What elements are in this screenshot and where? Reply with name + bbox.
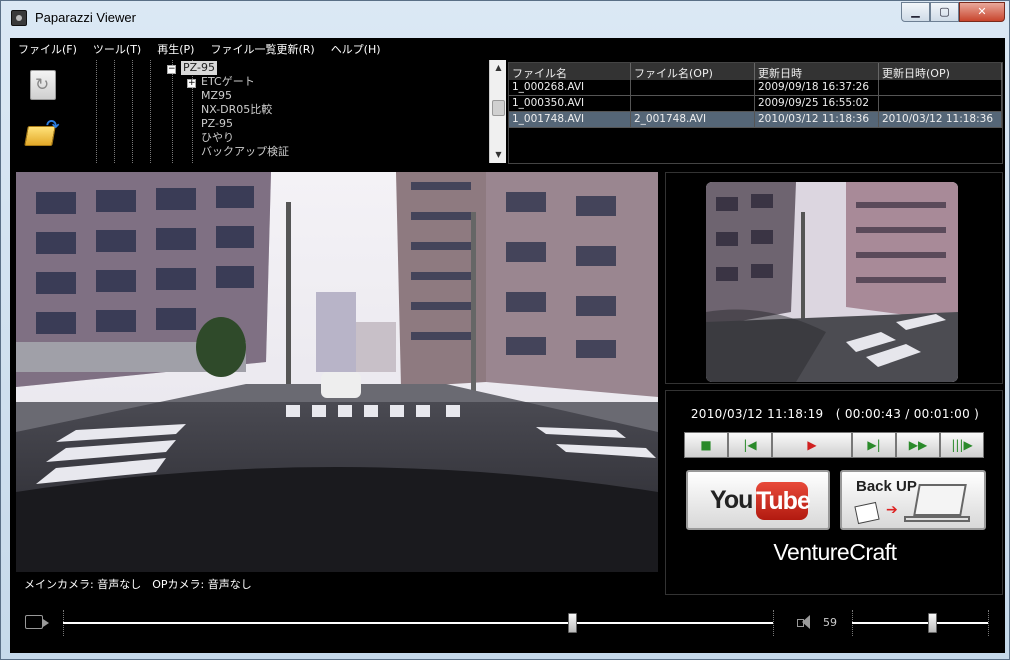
table-cell: 2010/03/12 11:18:36 [879, 112, 1002, 128]
playback-controls-panel: 2010/03/12 11:18:19 ( 00:00:43 / 00:01:0… [665, 390, 1003, 595]
tree-node-pz95-sub[interactable]: PZ-95 [199, 117, 235, 131]
frame-step-button[interactable]: |||▶ [940, 432, 984, 458]
op-camera-video[interactable] [706, 182, 958, 382]
column-header-updated[interactable]: 更新日時 [755, 63, 879, 80]
menu-help[interactable]: ヘルプ(H) [323, 38, 389, 58]
menu-refresh-list[interactable]: ファイル一覧更新(R) [202, 38, 322, 58]
brand-logo: VentureCraft [773, 539, 897, 565]
toolbox: ↷ [12, 60, 72, 163]
table-row[interactable]: 1_000268.AVI 2009/09/18 16:37:26 [509, 80, 1002, 96]
backup-button[interactable]: Back UP ➔ [840, 470, 986, 530]
table-cell: 1_000350.AVI [509, 96, 631, 112]
youtube-upload-button[interactable]: You Tube [686, 470, 830, 530]
column-header-filename-op[interactable]: ファイル名(OP) [631, 63, 755, 80]
folder-tree[interactable]: − PZ-95 + ETCゲート MZ95 NX-DR05比較 PZ-95 ひや… [76, 60, 506, 163]
speaker-icon[interactable] [797, 615, 810, 629]
fast-forward-button[interactable]: ▶▶ [896, 432, 940, 458]
window-title: Paparazzi Viewer [35, 10, 136, 25]
volume-value: 59 [823, 616, 837, 629]
menu-file[interactable]: ファイル(F) [10, 38, 85, 58]
table-cell: 2009/09/25 16:55:02 [755, 96, 879, 112]
youtube-logo-you: You [710, 486, 753, 514]
tree-node-pz95[interactable]: PZ-95 [181, 61, 217, 75]
table-cell [631, 80, 755, 96]
minimize-button[interactable]: ▁ [901, 2, 930, 22]
laptop-icon [913, 484, 967, 516]
column-header-updated-op[interactable]: 更新日時(OP) [879, 63, 1002, 80]
column-header-filename[interactable]: ファイル名 [509, 63, 631, 80]
menu-tools[interactable]: ツール(T) [85, 38, 149, 58]
tree-node-etc-gate[interactable]: ETCゲート [199, 75, 257, 89]
playback-timecode: 2010/03/12 11:18:19 ( 00:00:43 / 00:01:0… [690, 407, 980, 421]
close-button[interactable]: ✕ [959, 2, 1005, 22]
table-cell: 1_001748.AVI [509, 112, 631, 128]
tree-node-mz95[interactable]: MZ95 [199, 89, 234, 103]
menu-bar: ファイル(F) ツール(T) 再生(P) ファイル一覧更新(R) ヘルプ(H) [10, 38, 1005, 58]
table-cell [631, 96, 755, 112]
table-row-selected[interactable]: 1_001748.AVI 2_001748.AVI 2010/03/12 11:… [509, 112, 1002, 128]
tree-collapse-icon[interactable]: − [167, 65, 176, 74]
menu-play[interactable]: 再生(P) [149, 38, 202, 58]
arrow-right-icon: ➔ [886, 502, 898, 518]
main-camera-video[interactable] [16, 172, 658, 572]
client-area: ファイル(F) ツール(T) 再生(P) ファイル一覧更新(R) ヘルプ(H) … [10, 38, 1005, 653]
tree-scrollbar[interactable]: ▲ ▼ [489, 60, 506, 163]
seek-bar[interactable] [63, 622, 773, 624]
file-list-table: ファイル名 ファイル名(OP) 更新日時 更新日時(OP) 1_000268.A… [508, 62, 1003, 164]
sd-card-icon [854, 501, 880, 525]
scroll-down-icon[interactable]: ▼ [490, 147, 507, 163]
window-controls: ▁ ▢ ✕ [901, 2, 1005, 22]
title-bar[interactable]: Paparazzi Viewer ▁ ▢ ✕ [1, 1, 1009, 35]
app-window: Paparazzi Viewer ▁ ▢ ✕ ファイル(F) ツール(T) 再生… [0, 0, 1010, 660]
table-cell [879, 80, 1002, 96]
table-cell: 2009/09/18 16:37:26 [755, 80, 879, 96]
bottom-bar: 59 [10, 602, 1005, 644]
op-street-scene-image [706, 182, 958, 382]
camera-audio-status: メインカメラ: 音声なし OPカメラ: 音声なし [16, 572, 658, 594]
youtube-logo-tube: Tube [756, 482, 811, 520]
table-cell: 2010/03/12 11:18:36 [755, 112, 879, 128]
volume-thumb[interactable] [928, 613, 938, 633]
tree-node-nx-dr05[interactable]: NX-DR05比較 [199, 103, 274, 117]
table-header: ファイル名 ファイル名(OP) 更新日時 更新日時(OP) [509, 63, 1002, 80]
open-folder-icon[interactable]: ↷ [24, 116, 60, 146]
seek-thumb[interactable] [567, 613, 577, 633]
maximize-button[interactable]: ▢ [930, 2, 959, 22]
stop-button[interactable]: ■ [684, 432, 728, 458]
refresh-icon[interactable] [30, 70, 56, 100]
scroll-up-icon[interactable]: ▲ [490, 60, 507, 76]
transport-controls: ■ |◀ ▶ ▶| ▶▶ |||▶ [684, 432, 984, 458]
app-icon [11, 10, 27, 26]
tree-node-hiyari[interactable]: ひやり [199, 131, 236, 145]
video-camera-icon[interactable] [25, 615, 49, 629]
backup-button-label: Back UP [856, 478, 917, 495]
table-cell: 1_000268.AVI [509, 80, 631, 96]
tree-node-backup-test[interactable]: バックアップ検証 [199, 145, 291, 159]
street-scene-image [16, 172, 658, 572]
table-cell: 2_001748.AVI [631, 112, 755, 128]
play-button[interactable]: ▶ [772, 432, 852, 458]
table-row[interactable]: 1_000350.AVI 2009/09/25 16:55:02 [509, 96, 1002, 112]
table-cell [879, 96, 1002, 112]
tree-expand-icon[interactable]: + [187, 79, 196, 88]
volume-slider[interactable] [852, 622, 988, 624]
scroll-thumb[interactable] [492, 100, 505, 116]
previous-button[interactable]: |◀ [728, 432, 772, 458]
laptop-base-icon [904, 516, 970, 522]
op-camera-frame [665, 172, 1003, 384]
next-button[interactable]: ▶| [852, 432, 896, 458]
